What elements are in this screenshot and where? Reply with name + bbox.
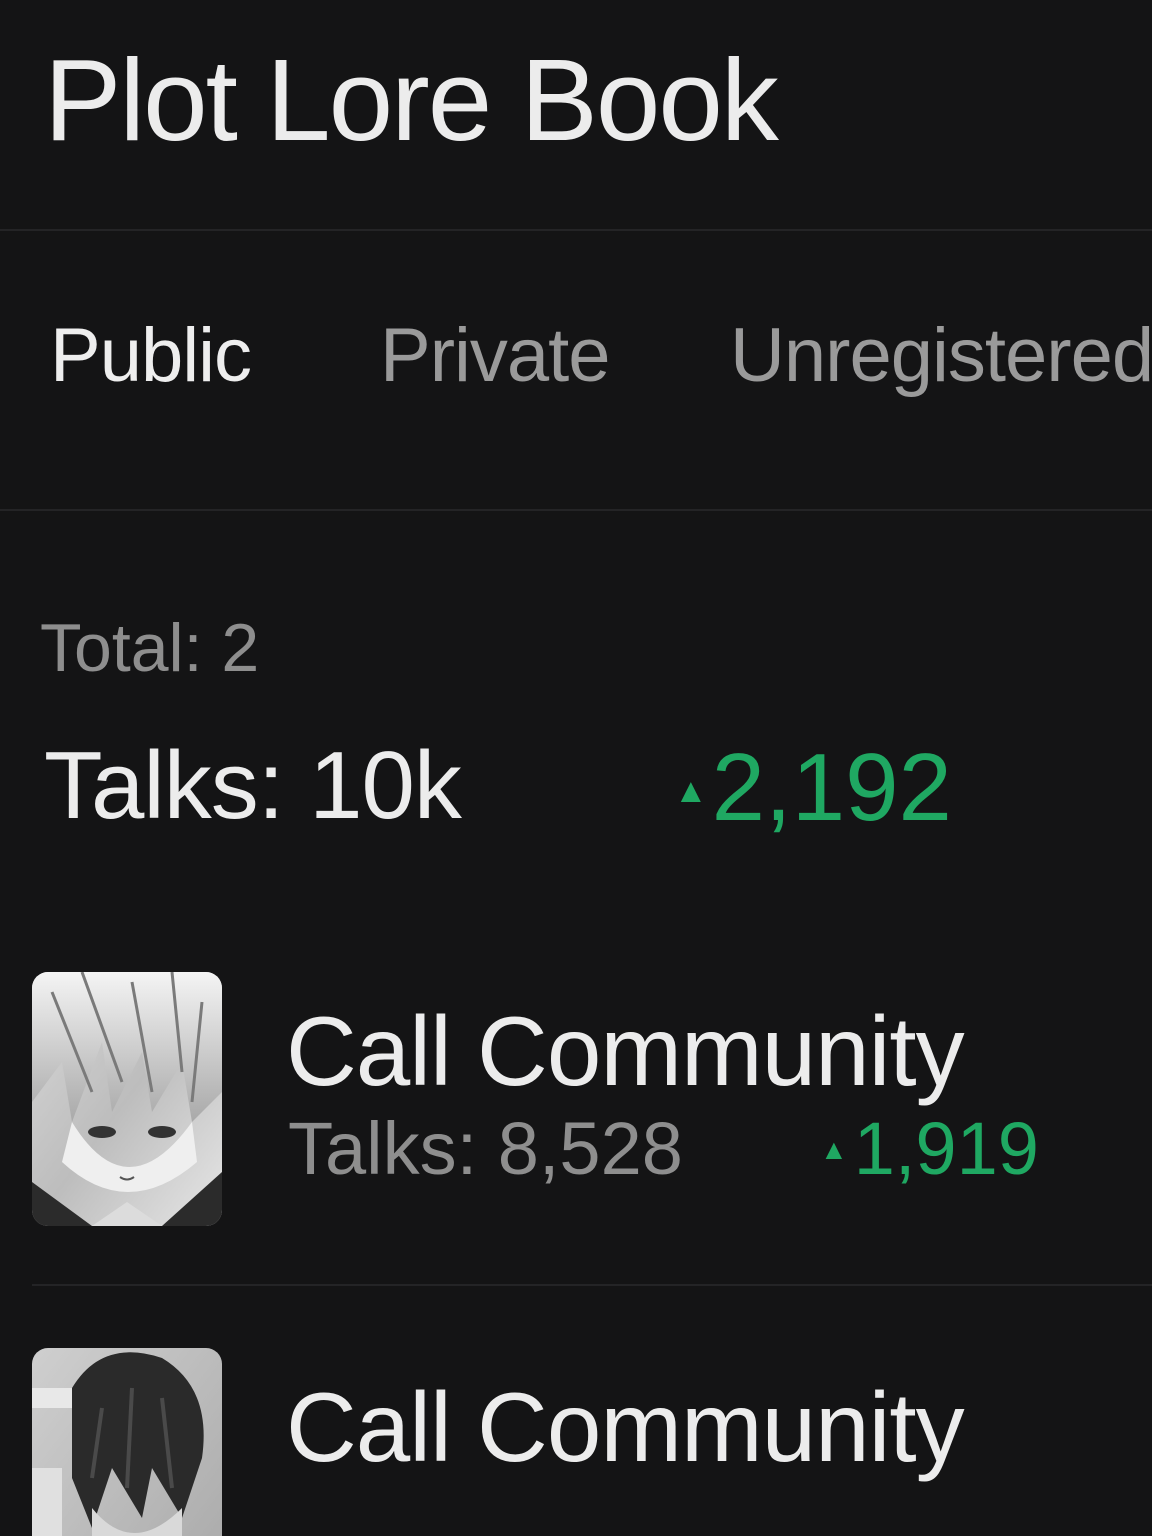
item-talks-delta: ▲1,919	[820, 1112, 1039, 1186]
list-item[interactable]: Call Community	[0, 1348, 1152, 1536]
avatar	[32, 972, 222, 1226]
tab-unregistered[interactable]: Unregistered	[730, 318, 1152, 394]
tab-private[interactable]: Private	[380, 318, 611, 394]
header-divider	[0, 229, 1152, 231]
item-talks-delta-value: 1,919	[853, 1107, 1039, 1190]
talks-delta-value: 2,192	[711, 734, 952, 841]
up-triangle-icon: ▲	[674, 771, 708, 810]
item-title: Call Community	[286, 996, 965, 1106]
tab-public[interactable]: Public	[50, 318, 252, 394]
page-title: Plot Lore Book	[44, 35, 779, 165]
visibility-tabs: Public Private Unregistered	[0, 318, 1152, 408]
tabs-divider	[0, 509, 1152, 511]
list-item[interactable]: Call Community Talks: 8,528 ▲1,919	[0, 972, 1152, 1232]
total-count: Total: 2	[40, 610, 260, 686]
talks-summary: Talks: 10k	[44, 732, 462, 839]
item-talks: Talks: 8,528	[288, 1107, 683, 1190]
item-stats: Talks: 8,528 ▲1,919	[288, 1112, 1148, 1192]
talks-delta: ▲2,192	[674, 740, 952, 836]
list-divider	[32, 1284, 1152, 1286]
lore-book-page: Plot Lore Book Public Private Unregister…	[0, 0, 1152, 1536]
item-title: Call Community	[286, 1372, 965, 1482]
avatar	[32, 1348, 222, 1536]
up-triangle-icon: ▲	[820, 1134, 848, 1166]
